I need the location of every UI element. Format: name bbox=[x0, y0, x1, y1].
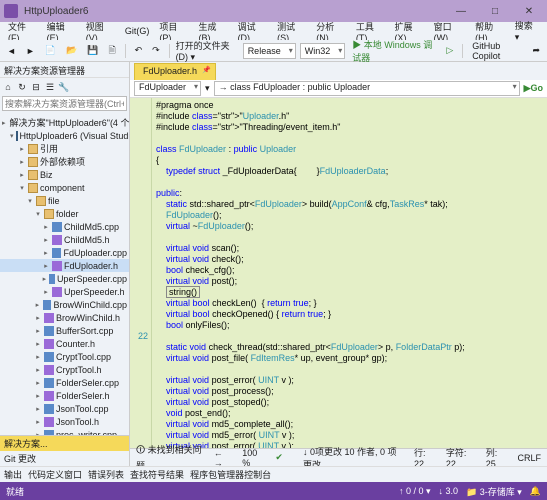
panel-title: 解决方案资源管理器 bbox=[0, 62, 129, 78]
scope-dropdown[interactable]: FdUploader bbox=[134, 81, 201, 96]
git-branch[interactable]: ↓ 3.0 bbox=[439, 486, 459, 496]
tree-item[interactable]: ▸FolderSeler.h bbox=[0, 389, 129, 402]
line-gutter: 22 bbox=[130, 98, 152, 448]
search-input[interactable] bbox=[2, 96, 127, 111]
solution-explorer: 解决方案资源管理器 ⌂ ↻ ⊟ ☰ 🔧 ▸解决方案"HttpUploader6"… bbox=[0, 62, 130, 466]
collapse-icon[interactable]: ⊟ bbox=[30, 81, 42, 93]
tree-item[interactable]: ▸ChildMd5.cpp bbox=[0, 220, 129, 233]
sidebar-tabs: 解决方案... Git 更改 bbox=[0, 435, 129, 466]
open-icon[interactable]: 📂 bbox=[63, 44, 80, 57]
editor: FdUploader.h 📌 FdUploader ▾ → class FdUp… bbox=[130, 62, 547, 466]
git-repo[interactable]: 📁 3-存储库 ▾ bbox=[466, 485, 522, 498]
tree-item[interactable]: ▸解决方案"HttpUploader6"(4 个项目, 共 bbox=[0, 116, 129, 129]
editor-tab[interactable]: FdUploader.h 📌 bbox=[134, 63, 216, 80]
tree-item[interactable]: ▸BrowWinChild.h bbox=[0, 311, 129, 324]
tree-item[interactable]: ▸Biz bbox=[0, 168, 129, 181]
nav-fwd-icon[interactable]: ► bbox=[23, 45, 38, 57]
refresh-icon[interactable]: ↻ bbox=[16, 81, 28, 93]
tree-item[interactable]: ▾component bbox=[0, 181, 129, 194]
code-area[interactable]: 22 #pragma once #include class="str">"Up… bbox=[130, 98, 547, 448]
statusbar: 就绪 ↑ 0 / 0 ▾ ↓ 3.0 📁 3-存储库 ▾ 🔔 bbox=[0, 482, 547, 500]
bottom-tab[interactable]: 错误列表 bbox=[88, 468, 124, 481]
editor-statusbar: 🛈 未找到相关问题 ← → 100 % ✔ ↓ 0项更改 10 作者, 0 项更… bbox=[130, 448, 547, 466]
member-dropdown[interactable]: → class FdUploader : public Uploader bbox=[214, 81, 520, 96]
tab-label: FdUploader.h bbox=[143, 66, 197, 76]
bell-icon[interactable]: 🔔 bbox=[530, 486, 541, 497]
tree-item[interactable]: ▾file bbox=[0, 194, 129, 207]
open-files-label: 打开的文件夹(D) ▾ bbox=[176, 39, 239, 63]
menubar: 文件(F)编辑(E)视图(V)Git(G)项目(P)生成(B)调试(D)测试(S… bbox=[0, 22, 547, 40]
config-dropdown[interactable]: Release bbox=[243, 43, 296, 59]
bottom-tab[interactable]: 输出 bbox=[4, 468, 22, 481]
tree-item[interactable]: ▸BufferSort.cpp bbox=[0, 324, 129, 337]
bottom-tab[interactable]: 代码定义窗口 bbox=[28, 468, 82, 481]
tree-item[interactable]: ▾HttpUploader6 (Visual Studio 2013 bbox=[0, 129, 129, 142]
code-text[interactable]: #pragma once #include class="str">"Uploa… bbox=[152, 98, 547, 448]
start-nodebug-button[interactable]: ▷ bbox=[443, 44, 456, 57]
showall-icon[interactable]: ☰ bbox=[44, 81, 56, 93]
char-label: 字符: 22 bbox=[446, 446, 476, 466]
tree-item[interactable]: ▾folder bbox=[0, 207, 129, 220]
tree-item[interactable]: ▸BrowWinChild.cpp bbox=[0, 298, 129, 311]
line-label: 行: 22 bbox=[414, 446, 436, 466]
enc-label[interactable]: CRLF bbox=[518, 453, 542, 463]
nav-bar: FdUploader ▾ → class FdUploader : public… bbox=[130, 80, 547, 98]
status-ready: 就绪 bbox=[6, 485, 24, 498]
tree-item[interactable]: ▸Counter.h bbox=[0, 337, 129, 350]
panel-toolbar: ⌂ ↻ ⊟ ☰ 🔧 bbox=[0, 78, 129, 96]
bottom-tab[interactable]: 程序包管理器控制台 bbox=[190, 468, 271, 481]
changes-label[interactable]: ↓ 0项更改 10 作者, 0 项更改 bbox=[303, 445, 404, 467]
tab-solution[interactable]: 解决方案... bbox=[0, 436, 129, 451]
issues-label[interactable]: 🛈 未找到相关问题 bbox=[136, 443, 204, 466]
tree-item[interactable]: ▸CryptTool.cpp bbox=[0, 350, 129, 363]
undo-icon[interactable]: ↶ bbox=[132, 44, 146, 57]
share-icon[interactable]: ➦ bbox=[529, 44, 543, 57]
platform-dropdown[interactable]: Win32 bbox=[300, 43, 346, 59]
properties-icon[interactable]: 🔧 bbox=[58, 81, 70, 93]
tree-item[interactable]: ▸UperSpeeder.h bbox=[0, 285, 129, 298]
redo-icon[interactable]: ↷ bbox=[149, 44, 163, 57]
new-file-icon[interactable]: 📄 bbox=[42, 44, 59, 57]
tree-item[interactable]: ▸JsonTool.cpp bbox=[0, 402, 129, 415]
saveall-icon[interactable]: 🗎 bbox=[106, 42, 119, 60]
tree-item[interactable]: ▸proc_writer.cpp bbox=[0, 428, 129, 435]
tree-item[interactable]: ▸JsonTool.h bbox=[0, 415, 129, 428]
start-debug-button[interactable]: ▶ 本地 Windows 调试器 bbox=[349, 37, 439, 65]
toolbar: ◄ ► 📄 📂 💾 🗎 ↶ ↷ 打开的文件夹(D) ▾ Release Win3… bbox=[0, 40, 547, 62]
tree-item[interactable]: ▸引用 bbox=[0, 142, 129, 155]
nav-back-icon[interactable]: ◄ bbox=[4, 45, 19, 57]
max-button[interactable]: □ bbox=[481, 2, 509, 20]
bottom-panel-tabs: 输出代码定义窗口错误列表查找符号结果程序包管理器控制台 bbox=[0, 466, 547, 482]
tab-git[interactable]: Git 更改 bbox=[0, 451, 129, 466]
tree-item[interactable]: ▸外部依赖项 bbox=[0, 155, 129, 168]
copilot-button[interactable]: GitHub Copilot bbox=[469, 40, 525, 62]
vs-icon bbox=[4, 4, 18, 18]
window-title: HttpUploader6 bbox=[24, 6, 441, 17]
arrows[interactable]: ← → bbox=[214, 448, 233, 467]
min-button[interactable]: — bbox=[447, 2, 475, 20]
git-push[interactable]: ↑ 0 / 0 ▾ bbox=[399, 486, 431, 497]
pin-icon[interactable]: 📌 bbox=[202, 66, 211, 74]
tabbar: FdUploader.h 📌 bbox=[130, 62, 547, 80]
tree-item[interactable]: ▸ChildMd5.h bbox=[0, 233, 129, 246]
bottom-tab[interactable]: 查找符号结果 bbox=[130, 468, 184, 481]
tree-item[interactable]: ▸FolderSeler.cpp bbox=[0, 376, 129, 389]
tree-item[interactable]: ▸FdUploader.cpp bbox=[0, 246, 129, 259]
menu-item[interactable]: Git(G) bbox=[121, 25, 154, 37]
tree-item[interactable]: ▸CryptTool.h bbox=[0, 363, 129, 376]
save-icon[interactable]: 💾 bbox=[84, 44, 101, 57]
arrow-icon: ▾ bbox=[205, 83, 210, 94]
home-icon[interactable]: ⌂ bbox=[2, 81, 14, 93]
tree-item[interactable]: ▸UperSpeeder.cpp bbox=[0, 272, 129, 285]
col-label: 列: 25 bbox=[486, 446, 508, 466]
zoom-dropdown[interactable]: 100 % bbox=[242, 448, 265, 467]
tree-item[interactable]: ▸FdUploader.h bbox=[0, 259, 129, 272]
go-button[interactable]: ▶Go bbox=[524, 83, 543, 94]
solution-tree[interactable]: ▸解决方案"HttpUploader6"(4 个项目, 共▾HttpUpload… bbox=[0, 114, 129, 435]
